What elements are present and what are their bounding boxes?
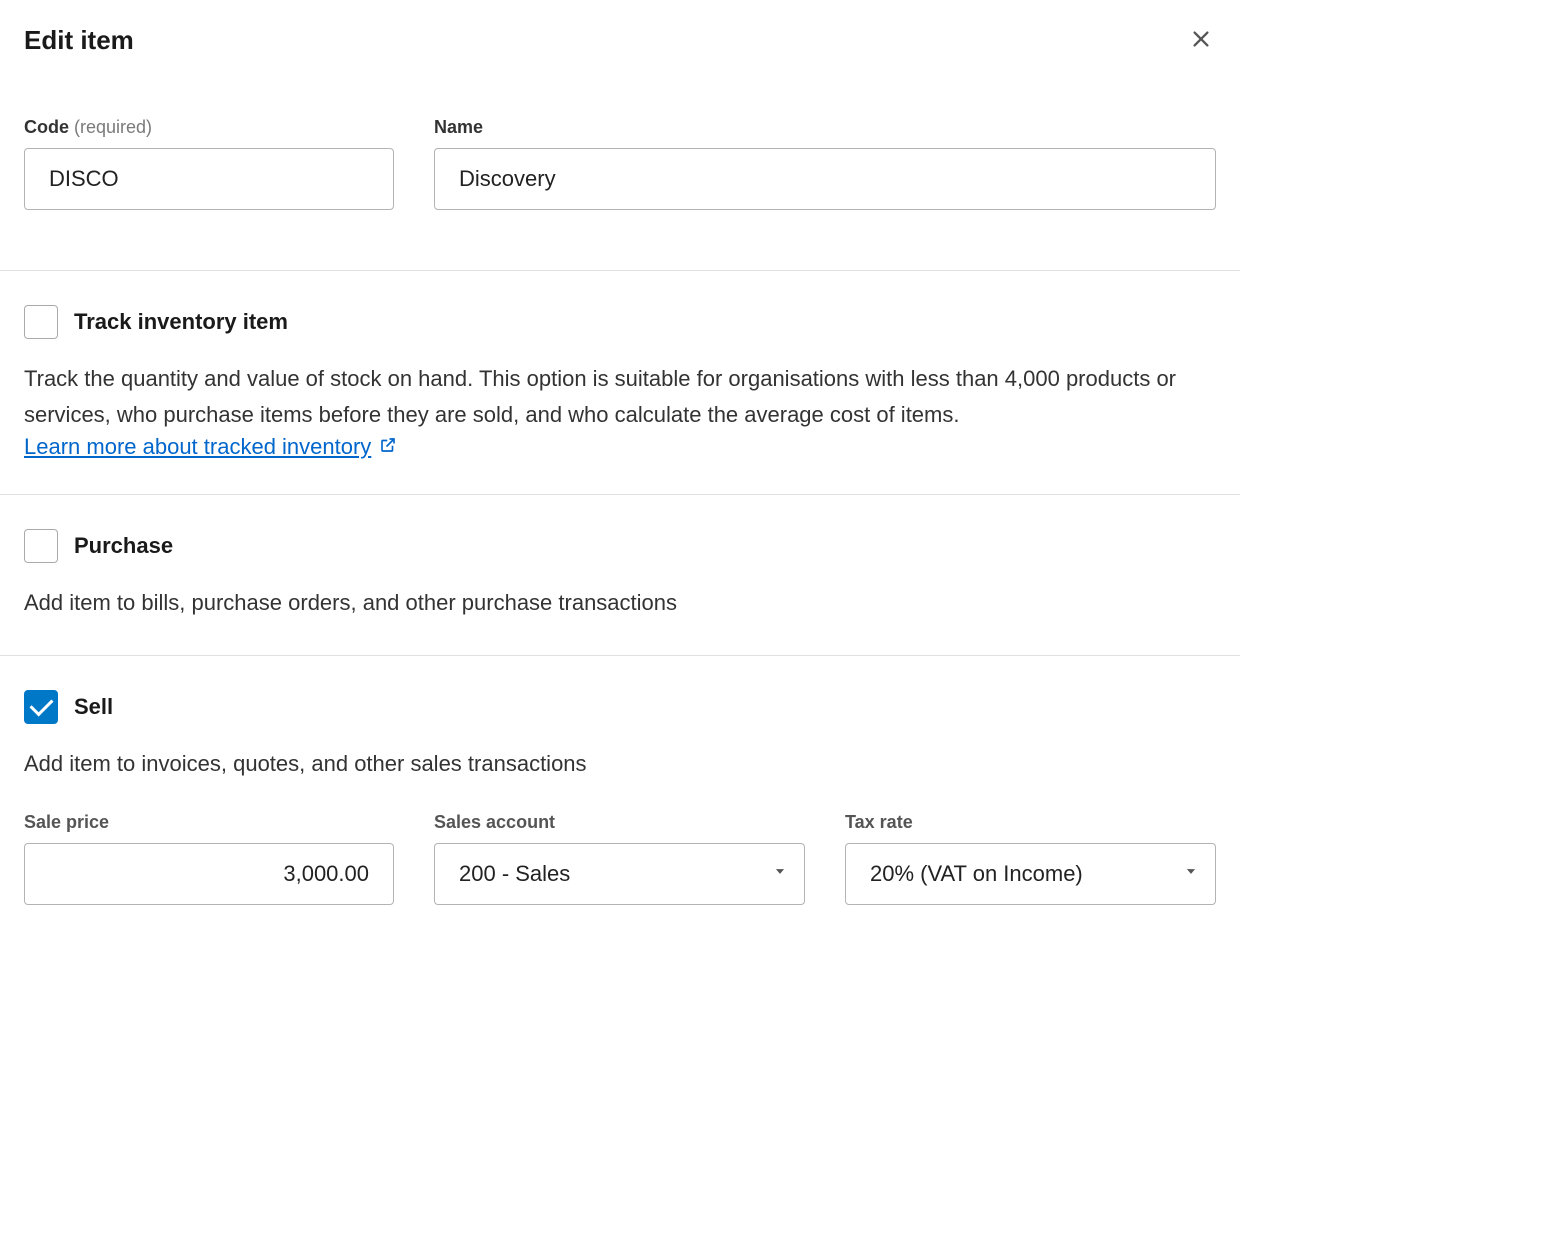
- dialog-header: Edit item: [24, 24, 1216, 57]
- external-link-icon: [379, 434, 397, 460]
- tax-rate-group: Tax rate 20% (VAT on Income): [845, 812, 1216, 905]
- track-inventory-checkbox[interactable]: [24, 305, 58, 339]
- sell-fields-row: Sale price Sales account 200 - Sales Tax…: [24, 812, 1216, 905]
- sales-account-select[interactable]: 200 - Sales: [434, 843, 805, 905]
- purchase-section: Purchase Add item to bills, purchase ord…: [24, 495, 1216, 655]
- purchase-description: Add item to bills, purchase orders, and …: [24, 585, 1216, 621]
- code-label: Code (required): [24, 117, 394, 138]
- track-inventory-label: Track inventory item: [74, 309, 288, 335]
- close-icon: [1190, 38, 1212, 53]
- track-inventory-description: Track the quantity and value of stock on…: [24, 361, 1216, 434]
- tax-rate-select[interactable]: 20% (VAT on Income): [845, 843, 1216, 905]
- learn-more-link[interactable]: Learn more about tracked inventory: [24, 434, 397, 460]
- dialog-title: Edit item: [24, 25, 134, 56]
- sale-price-label: Sale price: [24, 812, 394, 833]
- code-field-group: Code (required): [24, 117, 394, 210]
- name-input[interactable]: [434, 148, 1216, 210]
- sell-label: Sell: [74, 694, 113, 720]
- purchase-checkbox[interactable]: [24, 529, 58, 563]
- basic-fields-row: Code (required) Name: [24, 117, 1216, 210]
- purchase-check-row: Purchase: [24, 529, 1216, 563]
- learn-more-text: Learn more about tracked inventory: [24, 434, 371, 460]
- tax-rate-label: Tax rate: [845, 812, 1216, 833]
- sale-price-group: Sale price: [24, 812, 394, 905]
- track-inventory-section: Track inventory item Track the quantity …: [24, 271, 1216, 494]
- sell-section: Sell Add item to invoices, quotes, and o…: [24, 656, 1216, 939]
- name-field-group: Name: [434, 117, 1216, 210]
- sales-account-label: Sales account: [434, 812, 805, 833]
- purchase-label: Purchase: [74, 533, 173, 559]
- sales-account-group: Sales account 200 - Sales: [434, 812, 805, 905]
- sell-description: Add item to invoices, quotes, and other …: [24, 746, 1216, 782]
- sell-checkbox[interactable]: [24, 690, 58, 724]
- track-check-row: Track inventory item: [24, 305, 1216, 339]
- edit-item-dialog: Edit item Code (required) Name Track inv…: [0, 0, 1240, 963]
- sale-price-input[interactable]: [24, 843, 394, 905]
- sell-check-row: Sell: [24, 690, 1216, 724]
- close-button[interactable]: [1186, 24, 1216, 57]
- name-label: Name: [434, 117, 1216, 138]
- code-input[interactable]: [24, 148, 394, 210]
